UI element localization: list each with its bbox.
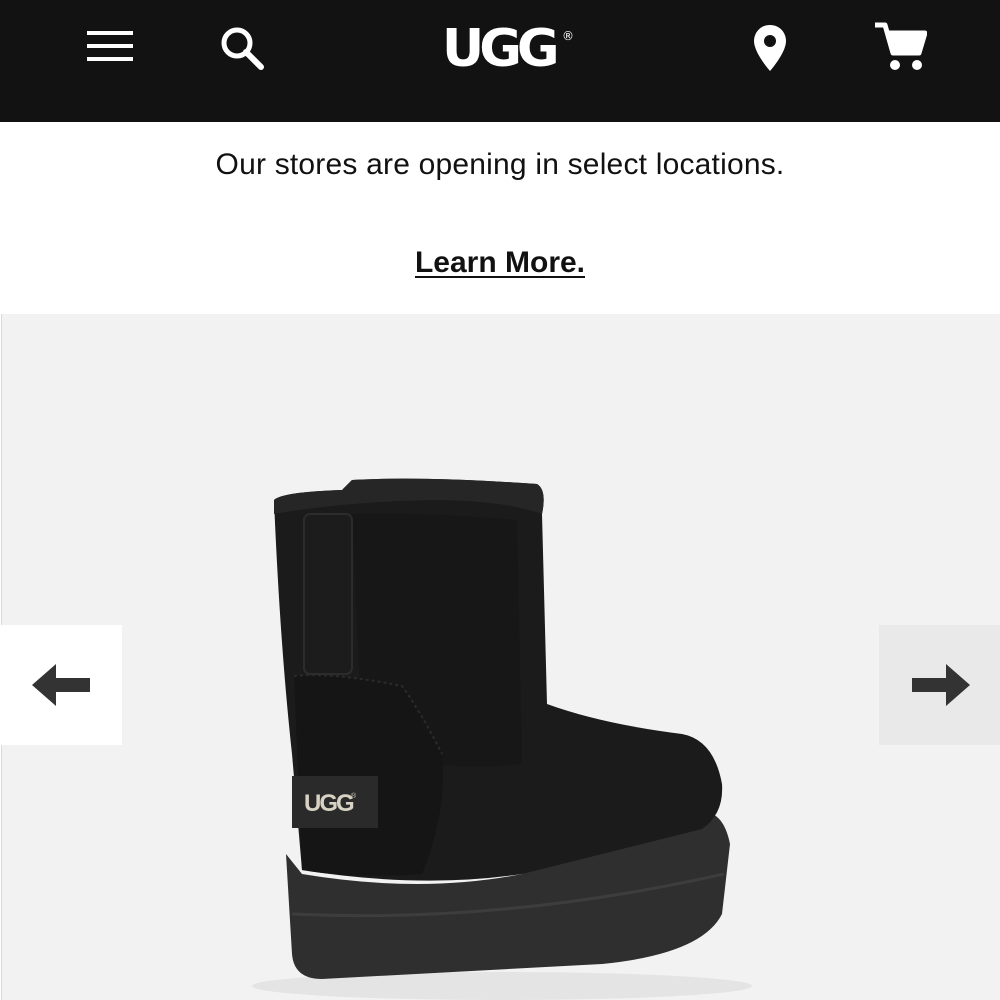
cart-button[interactable] <box>866 14 934 78</box>
logo-registered-mark: ® <box>562 29 574 43</box>
previous-image-button[interactable] <box>1 625 122 745</box>
ugg-logo[interactable]: UGG ® <box>436 12 576 82</box>
hamburger-menu-icon <box>87 31 133 61</box>
arrow-right-icon <box>911 664 970 706</box>
location-pin-icon <box>754 25 786 71</box>
arrow-left-icon <box>31 664 90 706</box>
store-opening-message: Our stores are opening in select locatio… <box>215 148 785 181</box>
heel-label-mark: ® <box>351 792 357 800</box>
logo-text: UGG <box>442 19 556 79</box>
menu-button[interactable] <box>80 20 140 72</box>
product-image[interactable]: UGG ® <box>2 314 1000 1000</box>
learn-more-link[interactable]: Learn More. <box>415 246 585 279</box>
learn-more-container: Learn More. <box>0 246 1000 280</box>
heel-label-text: UGG <box>304 790 354 817</box>
next-image-button[interactable] <box>879 625 1000 745</box>
top-navigation-bar: UGG ® <box>0 0 1000 122</box>
store-locator-button[interactable] <box>742 18 798 78</box>
shopping-cart-icon <box>875 22 927 70</box>
search-button[interactable] <box>212 20 272 76</box>
search-icon <box>221 27 264 70</box>
product-carousel: UGG ® <box>1 314 1000 1000</box>
